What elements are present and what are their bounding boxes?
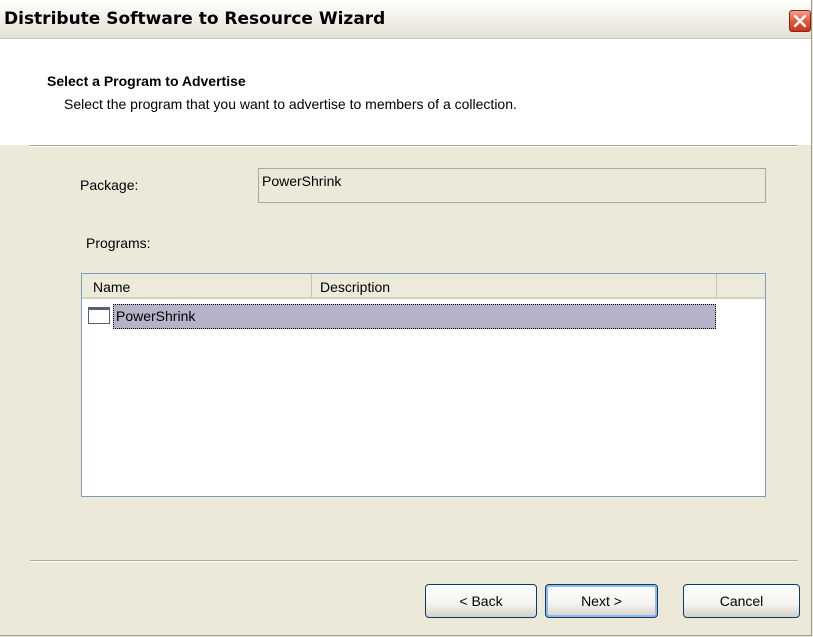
header-panel: Select a Program to Advertise Select the… [0, 39, 811, 145]
package-field: PowerShrink [258, 168, 766, 203]
program-name: PowerShrink [116, 308, 196, 324]
programs-list[interactable]: Name Description PowerShrink [81, 273, 766, 497]
header-divider [30, 145, 798, 147]
column-header-empty [717, 274, 765, 299]
page-title: Select a Program to Advertise [47, 73, 246, 89]
back-button[interactable]: < Back [425, 584, 537, 618]
page-subtitle: Select the program that you want to adve… [64, 96, 517, 112]
package-label: Package: [80, 177, 139, 193]
next-button[interactable]: Next > [545, 584, 658, 618]
program-icon [88, 307, 110, 324]
close-button[interactable] [789, 10, 811, 32]
selection-highlight [113, 304, 716, 329]
program-row-powershrink[interactable]: PowerShrink [86, 304, 716, 330]
footer-divider [30, 560, 798, 562]
title-bar[interactable]: Distribute Software to Resource Wizard [0, 0, 811, 39]
wizard-window: Distribute Software to Resource Wizard S… [0, 0, 812, 636]
window-title: Distribute Software to Resource Wizard [4, 9, 386, 29]
column-header-description[interactable]: Description [312, 274, 717, 299]
close-icon [793, 14, 807, 28]
cancel-button[interactable]: Cancel [683, 584, 800, 618]
programs-label: Programs: [86, 235, 151, 251]
column-header-name[interactable]: Name [82, 274, 312, 299]
list-header: Name Description [82, 274, 765, 299]
